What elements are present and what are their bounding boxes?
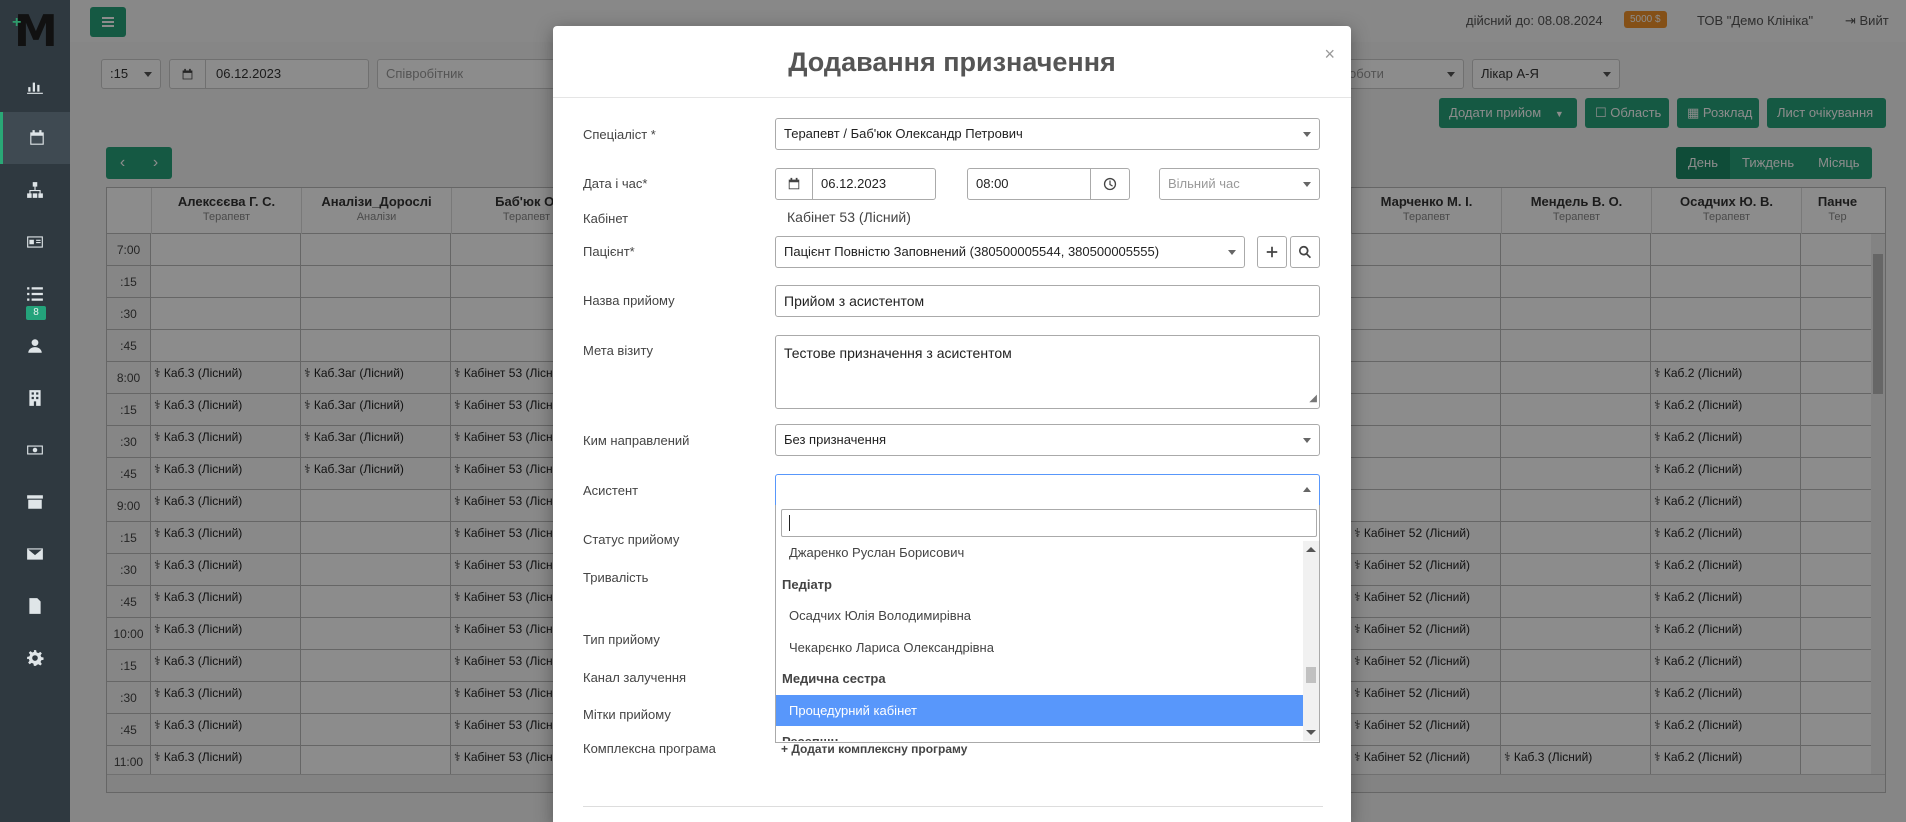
assistant-dropdown: Джаренко Руслан Борисович Педіатр Осадчи…: [775, 505, 1320, 743]
chevron-down-icon[interactable]: [1306, 730, 1316, 735]
assistant-options: Джаренко Руслан Борисович Педіатр Осадчи…: [776, 541, 1304, 741]
plus-icon: [1266, 246, 1278, 258]
datetime-label: Дата і час*: [583, 176, 648, 191]
appointment-name-value: Прийом з асистентом: [784, 293, 925, 309]
assistant-select[interactable]: [775, 474, 1320, 506]
assistant-label: Асистент: [583, 483, 639, 498]
sitemap-icon: [27, 182, 43, 198]
sidebar-item-stats[interactable]: [0, 60, 70, 112]
patient-value: Пацієнт Повністю Заповнений (38050000554…: [784, 244, 1160, 259]
dropdown-option[interactable]: Осадчих Юлія Володимирівна: [776, 600, 1304, 631]
money-icon: [27, 445, 43, 455]
add-complex-program-link[interactable]: + Додати комплексну програму: [781, 742, 967, 756]
sidebar-item-mail[interactable]: [0, 528, 70, 580]
complex-program-label: Комплексна програма: [583, 741, 716, 756]
calendar-icon: [29, 130, 44, 145]
time-input[interactable]: 08:00: [967, 168, 1091, 200]
chevron-up-icon[interactable]: [1306, 547, 1316, 552]
modal-divider: [583, 806, 1323, 807]
appointment-tags-label: Мітки прийому: [583, 707, 671, 722]
free-time-select[interactable]: Вільний час: [1159, 168, 1320, 200]
channel-label: Канал залучення: [583, 670, 687, 685]
plus-icon: +: [781, 742, 792, 756]
date-value: 06.12.2023: [821, 176, 887, 191]
chevron-down-icon: [1303, 438, 1311, 443]
sidebar-item-calendar[interactable]: [0, 112, 70, 164]
text-cursor: [789, 515, 790, 531]
referred-by-select[interactable]: Без призначення: [775, 424, 1320, 456]
add-program-label: Додати комплексну програму: [791, 742, 968, 756]
sidebar-item-cards[interactable]: [0, 216, 70, 268]
scrollbar-thumb[interactable]: [1306, 667, 1316, 683]
date-input[interactable]: 06.12.2023: [812, 168, 936, 200]
dropdown-group-label: Медична сестра: [782, 671, 886, 686]
referred-by-label: Ким направлений: [583, 433, 690, 448]
visit-goal-label: Мета візиту: [583, 343, 654, 358]
chevron-up-icon: [1303, 487, 1311, 492]
resize-handle-icon[interactable]: ◢: [1309, 390, 1317, 408]
patient-select[interactable]: Пацієнт Повністю Заповнений (38050000554…: [775, 236, 1245, 268]
sidebar-badge: 8: [26, 306, 46, 320]
time-value: 08:00: [976, 176, 1009, 191]
sidebar-item-finance[interactable]: [0, 424, 70, 476]
specialist-value: Терапевт / Баб'юк Олександр Петрович: [784, 126, 1023, 141]
search-patient-button[interactable]: [1290, 236, 1320, 268]
referred-by-value: Без призначення: [784, 432, 887, 447]
dropdown-group-label: Ресепшн: [776, 726, 1304, 741]
cabinet-value: Кабінет 53 (Лісний): [787, 209, 911, 225]
dropdown-option[interactable]: Джаренко Руслан Борисович: [776, 541, 1304, 568]
cabinet-label: Кабінет: [583, 211, 629, 226]
list-icon: [27, 287, 43, 301]
users-icon: [28, 339, 42, 353]
sidebar-item-documents[interactable]: [0, 580, 70, 632]
gear-icon: [27, 650, 44, 666]
sidebar-item-settings[interactable]: [0, 632, 70, 684]
modal-title: Додавання призначення: [553, 26, 1351, 98]
sidebar-item-archive[interactable]: [0, 476, 70, 528]
envelope-icon: [27, 548, 43, 560]
app-logo[interactable]: M +: [10, 8, 60, 56]
calendar-icon[interactable]: [775, 168, 813, 200]
clock-icon[interactable]: [1090, 168, 1130, 200]
visit-goal-value: Тестове призначення з асистентом: [784, 345, 1012, 361]
free-time-placeholder: Вільний час: [1168, 176, 1240, 191]
document-icon: [29, 598, 41, 614]
appointment-name-label: Назва прийому: [583, 293, 675, 308]
dropdown-option[interactable]: Чекарєнко Лариса Олександрівна: [776, 632, 1304, 663]
specialist-label: Спеціаліст *: [583, 127, 656, 142]
dropdown-group-label: Педіатр: [782, 577, 832, 592]
appointment-name-input[interactable]: Прийом з асистентом: [775, 285, 1320, 317]
add-patient-button[interactable]: [1257, 236, 1287, 268]
assistant-search-input[interactable]: [781, 509, 1317, 537]
close-icon[interactable]: ×: [1324, 44, 1335, 65]
sidebar: M + 8: [0, 0, 70, 822]
specialist-select[interactable]: Терапевт / Баб'юк Олександр Петрович: [775, 118, 1320, 150]
visit-goal-textarea[interactable]: Тестове призначення з асистентом ◢: [775, 335, 1320, 409]
id-card-icon: [27, 236, 43, 248]
chevron-down-icon: [1228, 250, 1236, 255]
chevron-down-icon: [1303, 182, 1311, 187]
status-label: Статус прийому: [583, 532, 680, 547]
patient-label: Пацієнт*: [583, 244, 635, 259]
building-icon: [29, 390, 41, 406]
sidebar-item-building[interactable]: [0, 372, 70, 424]
chevron-down-icon: [1303, 132, 1311, 137]
dropdown-scrollbar[interactable]: [1303, 541, 1319, 741]
sidebar-item-structure[interactable]: [0, 164, 70, 216]
search-icon: [1299, 245, 1312, 259]
appointment-type-label: Тип прийому: [583, 632, 660, 647]
archive-icon: [27, 495, 43, 509]
sidebar-item-users[interactable]: [0, 320, 70, 372]
dropdown-option-highlighted[interactable]: Процедурний кабінет: [776, 695, 1304, 726]
duration-label: Тривалість: [583, 570, 649, 585]
chart-icon: [27, 82, 43, 94]
